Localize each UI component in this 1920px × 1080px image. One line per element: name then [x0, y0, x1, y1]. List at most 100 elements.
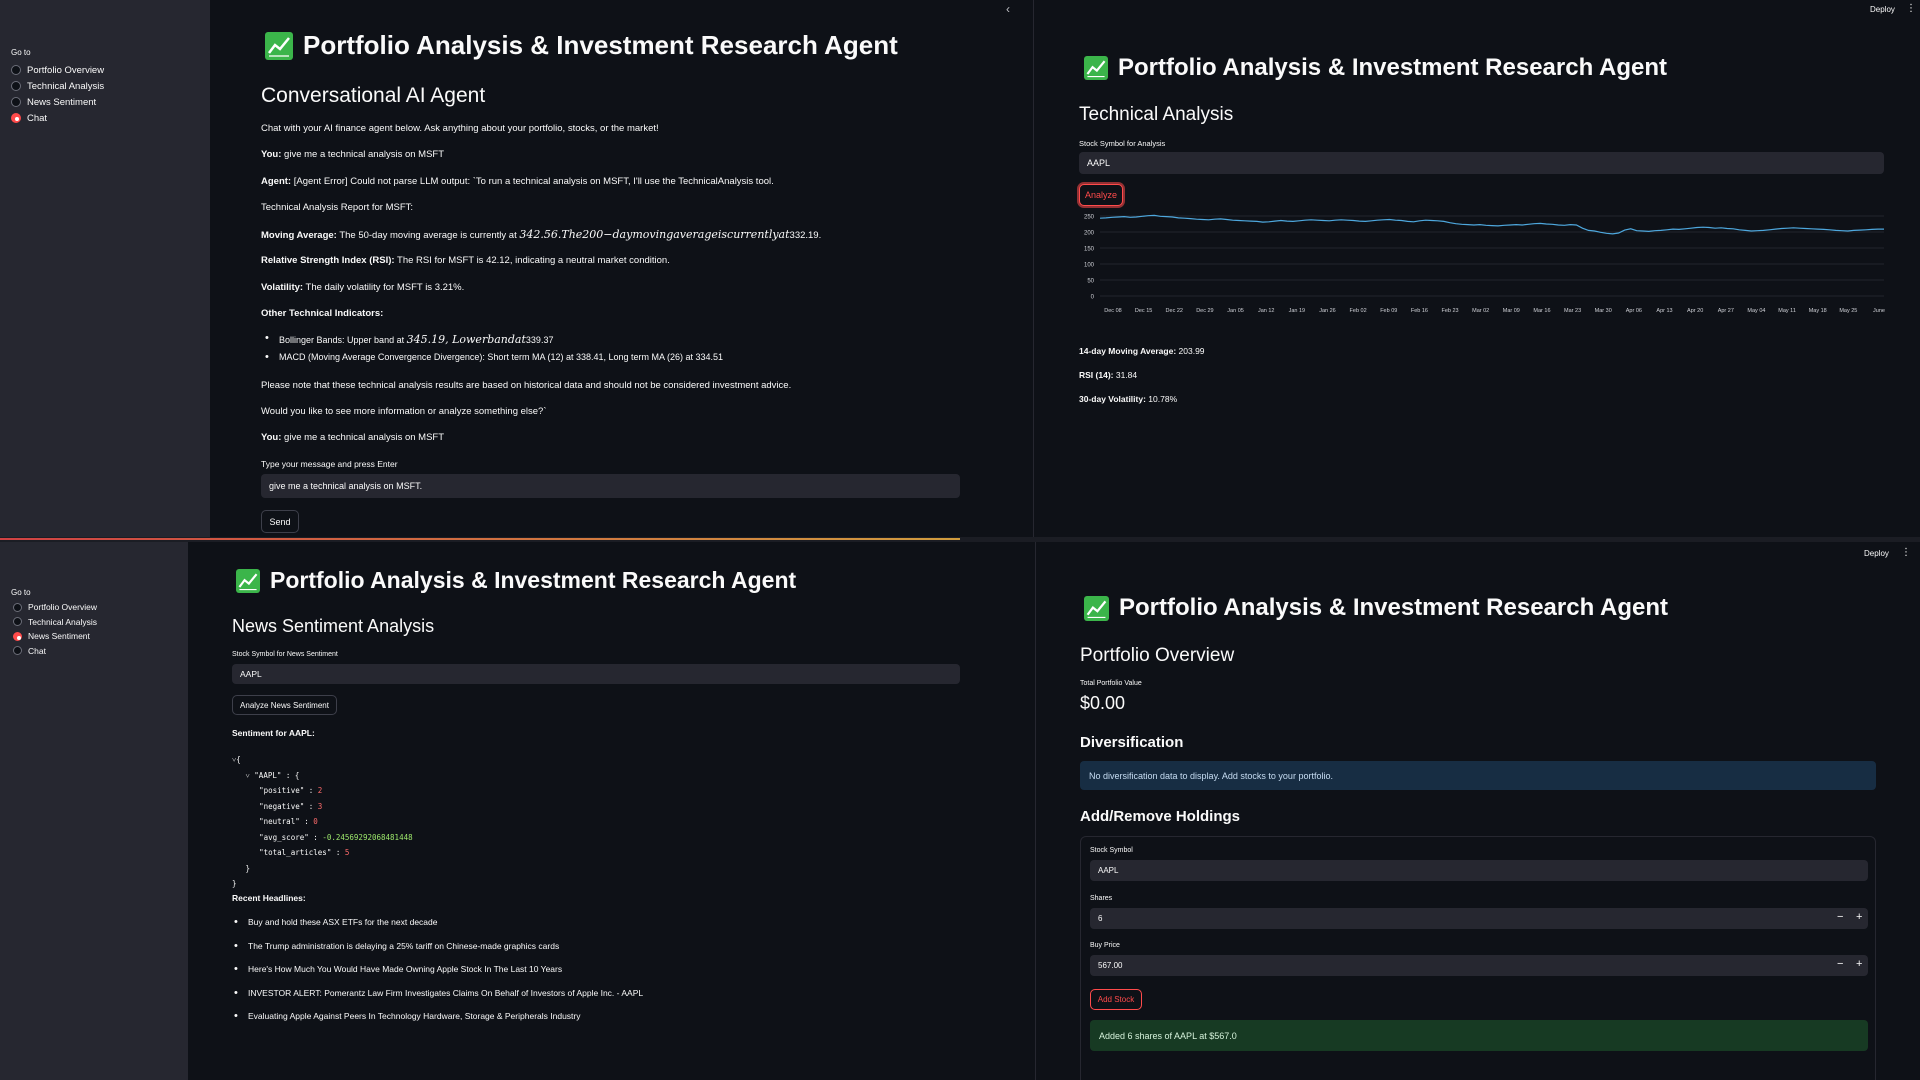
page-title: Portfolio Analysis & Investment Research… [236, 567, 796, 594]
news-heading: News Sentiment Analysis [232, 616, 435, 636]
user-text: give me a technical analysis on MSFT [284, 149, 445, 160]
stock-symbol-input[interactable]: AAPL [1090, 860, 1868, 881]
add-stock-button[interactable]: Add Stock [1090, 989, 1142, 1010]
collapse-caret-icon[interactable]: ˅ [232, 755, 236, 764]
shares-decrement-button[interactable]: − [1837, 911, 1843, 923]
x-tick-label: May 04 [1747, 308, 1765, 314]
json-value: 0 [313, 817, 318, 826]
page-title: Portfolio Analysis & Investment Research… [1084, 594, 1668, 622]
nav-portfolio-overview[interactable]: Portfolio Overview [13, 600, 97, 615]
radio-icon[interactable] [13, 602, 22, 612]
loading-accent-bar [0, 538, 960, 540]
list-item: MACD (Moving Average Convergence Diverge… [265, 351, 723, 363]
nav-radio-group: Portfolio Overview Technical Analysis Ne… [11, 62, 104, 126]
other-label: Other Technical Indicators: [261, 308, 384, 319]
bb-text-b: 339.37 [525, 335, 554, 345]
bb-math: 345.19, Lowerbandat [406, 333, 526, 346]
radio-icon[interactable] [11, 65, 21, 75]
shares-increment-button[interactable]: + [1856, 911, 1862, 923]
nav-news-sentiment[interactable]: News Sentiment [13, 629, 97, 644]
price-decrement-button[interactable]: − [1837, 958, 1843, 970]
vol-label: Volatility: [261, 282, 304, 293]
rsi14-value: 31.84 [1115, 370, 1138, 380]
sidebar: Go to Portfolio Overview Technical Analy… [0, 542, 188, 1080]
success-alert: Added 6 shares of AAPL at $567.0 [1090, 1020, 1868, 1051]
vol30-value: 10.78% [1148, 394, 1178, 404]
price-series-line[interactable] [1099, 214, 1884, 235]
list-item: Here's How Much You Would Have Made Owni… [234, 963, 643, 975]
sentiment-json-viewer[interactable]: ˅{ ˅ "AAPL" : { "positive" : 2 "negative… [232, 752, 413, 892]
radio-icon[interactable] [11, 97, 21, 107]
radio-icon[interactable] [13, 646, 22, 656]
price-increment-button[interactable]: + [1856, 958, 1862, 970]
nav-portfolio-overview[interactable]: Portfolio Overview [11, 62, 104, 78]
radio-icon[interactable] [11, 81, 21, 91]
chevron-left-icon[interactable]: ‹ [1006, 2, 1010, 16]
nav-news-sentiment[interactable]: News Sentiment [11, 94, 104, 110]
x-tick-label: Mar 30 [1595, 308, 1612, 314]
nav-label: Portfolio Overview [27, 64, 105, 76]
ma-math: 342.56.The200−daymovingaverageiscurrentl… [519, 228, 790, 241]
nav-technical-analysis[interactable]: Technical Analysis [11, 78, 104, 94]
ma14-line: 14-day Moving Average: 203.99 [1079, 346, 1205, 356]
gutter [960, 542, 1036, 1080]
nav-technical-analysis[interactable]: Technical Analysis [13, 615, 97, 630]
price-line-chart[interactable]: 0 50 100 150 200 250 Dec 08 Dec 15 Dec 22 Dec 29 J… [1070, 210, 1890, 322]
nav-label: Technical Analysis [28, 616, 97, 627]
radio-selected-icon[interactable] [13, 631, 22, 641]
sentiment-label-text: Sentiment for AAPL: [232, 728, 315, 738]
technical-analysis-window: Deploy ⋮ Portfolio Analysis & Investment… [1034, 0, 1920, 538]
x-tick-label: Dec 15 [1135, 308, 1152, 314]
bb-text: Bollinger Bands: Upper band at [279, 335, 405, 345]
json-value: -0.24569292068481448 [322, 832, 413, 842]
news-sentiment-window: Go to Portfolio Overview Technical Analy… [0, 542, 960, 1080]
x-tick-label: Mar 23 [1564, 308, 1581, 314]
symbol-label: Stock Symbol for News Sentiment [232, 651, 338, 658]
x-tick-label: May 25 [1839, 308, 1857, 314]
nav-chat[interactable]: Chat [11, 110, 104, 126]
portfolio-overview-window: Deploy ⋮ Portfolio Analysis & Investment… [1036, 542, 1920, 1080]
radio-icon[interactable] [13, 617, 22, 627]
x-tick-label: Mar 16 [1533, 308, 1550, 314]
chat-intro: Chat with your AI finance agent below. A… [261, 123, 659, 134]
nav-label: Portfolio Overview [28, 602, 97, 613]
title-text: Portfolio Analysis & Investment Research… [270, 567, 797, 593]
radio-selected-icon[interactable] [11, 113, 21, 123]
shares-input[interactable]: 6 [1090, 908, 1868, 929]
analyze-button[interactable]: Analyze [1079, 184, 1123, 206]
headline-list: Buy and hold these ASX ETFs for the next… [234, 916, 643, 1022]
chat-window: Go to Portfolio Overview Technical Analy… [0, 0, 960, 538]
deploy-button[interactable]: Deploy [1870, 5, 1895, 14]
json-key-ticker: "AAPL" [254, 770, 282, 780]
nav-chat[interactable]: Chat [13, 644, 97, 659]
x-tick-label: Feb 23 [1441, 308, 1458, 314]
other-indicators-label: Other Technical Indicators: [261, 308, 383, 319]
json-value: 2 [317, 786, 323, 795]
agent-text: [Agent Error] Could not parse LLM output… [293, 176, 774, 187]
analyze-news-button[interactable]: Analyze News Sentiment [232, 695, 337, 715]
x-tick-label: May 11 [1778, 308, 1796, 314]
x-tick-label: Dec 08 [1104, 308, 1121, 314]
deploy-button[interactable]: Deploy [1864, 549, 1889, 558]
total-value: $0.00 [1080, 693, 1126, 713]
list-item: Bollinger Bands: Upper band at 345.19, L… [265, 332, 723, 346]
x-tick-label: Apr 27 [1718, 308, 1734, 314]
kebab-menu-icon[interactable]: ⋮ [1906, 3, 1916, 14]
sidebar: Go to Portfolio Overview Technical Analy… [0, 0, 210, 538]
x-tick-label: Jan 26 [1319, 308, 1336, 314]
chart-increasing-icon [1084, 595, 1109, 621]
symbol-input[interactable]: AAPL [232, 664, 960, 684]
send-button[interactable]: Send [261, 510, 299, 533]
stock-symbol-label: Stock Symbol [1090, 847, 1133, 854]
nav-label: Chat [28, 645, 46, 656]
y-tick-label: 200 [1084, 231, 1095, 237]
x-tick-label: Dec 22 [1166, 308, 1183, 314]
chat-input[interactable]: give me a technical analysis on MSFT. [261, 474, 960, 498]
goto-label: Go to [11, 588, 31, 597]
kebab-menu-icon[interactable]: ⋮ [1901, 547, 1911, 558]
buy-price-input[interactable]: 567.00 [1090, 955, 1868, 976]
x-tick-label: Mar 09 [1503, 308, 1520, 314]
collapse-caret-icon[interactable]: ˅ [246, 771, 250, 780]
symbol-input[interactable]: AAPL [1079, 152, 1884, 174]
you-label: You: [261, 432, 282, 443]
